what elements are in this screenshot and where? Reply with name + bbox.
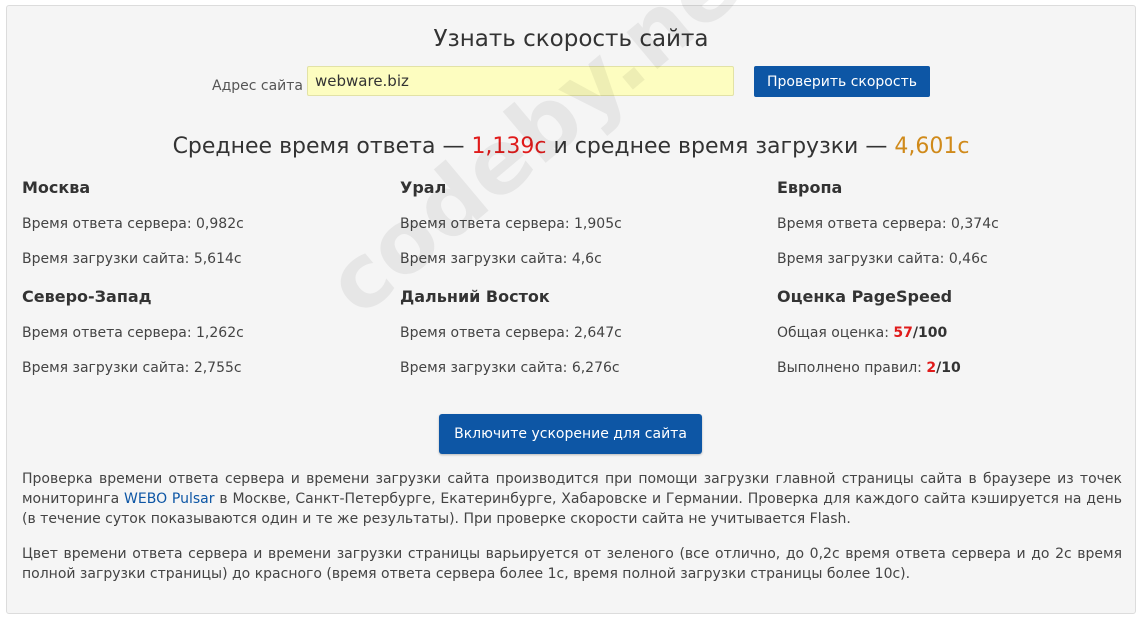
average-summary: Среднее время ответа — 1,139с и среднее …	[7, 134, 1135, 159]
pagespeed-title: Оценка PageSpeed	[777, 287, 953, 306]
summary-middle: и среднее время загрузки —	[546, 134, 895, 159]
region-title-far-east: Дальний Восток	[400, 287, 550, 306]
far-east-response: Время ответа сервера: 2,647с	[400, 325, 622, 341]
region-title-europe: Европа	[777, 178, 843, 197]
speed-check-panel: Узнать скорость сайта Адрес сайта Провер…	[6, 0, 1136, 614]
moscow-load: Время загрузки сайта: 5,614с	[22, 251, 242, 267]
summary-prefix: Среднее время ответа —	[172, 134, 472, 159]
europe-load: Время загрузки сайта: 0,46с	[777, 251, 988, 267]
webo-pulsar-link[interactable]: WEBO Pulsar	[124, 491, 215, 507]
ural-response: Время ответа сервера: 1,905с	[400, 216, 622, 232]
url-input[interactable]	[307, 66, 734, 96]
pagespeed-rules: Выполнено правил: 2/10	[777, 360, 961, 376]
northwest-response: Время ответа сервера: 1,262с	[22, 325, 244, 341]
color-legend-paragraph: Цвет времени ответа сервера и времени за…	[22, 546, 1122, 582]
url-label: Адрес сайта	[212, 78, 304, 94]
check-speed-button[interactable]: Проверить скорость	[754, 66, 930, 97]
far-east-load: Время загрузки сайта: 6,276с	[400, 360, 620, 376]
region-title-moscow: Москва	[22, 178, 91, 197]
ural-load: Время загрузки сайта: 4,6с	[400, 251, 602, 267]
average-response-value: 1,139с	[471, 134, 547, 159]
region-title-ural: Урал	[400, 178, 447, 197]
description-paragraph: Проверка времени ответа сервера и времен…	[22, 471, 1123, 527]
europe-response: Время ответа сервера: 0,374с	[777, 216, 999, 232]
page-title: Узнать скорость сайта	[433, 26, 709, 52]
moscow-response: Время ответа сервера: 0,982с	[22, 216, 244, 232]
region-title-northwest: Северо-Запад	[22, 287, 152, 306]
average-load-value: 4,601с	[894, 134, 970, 159]
enable-acceleration-button[interactable]: Включите ускорение для сайта	[439, 414, 702, 454]
pagespeed-score: Общая оценка: 57/100	[777, 325, 948, 341]
northwest-load: Время загрузки сайта: 2,755с	[22, 360, 242, 376]
